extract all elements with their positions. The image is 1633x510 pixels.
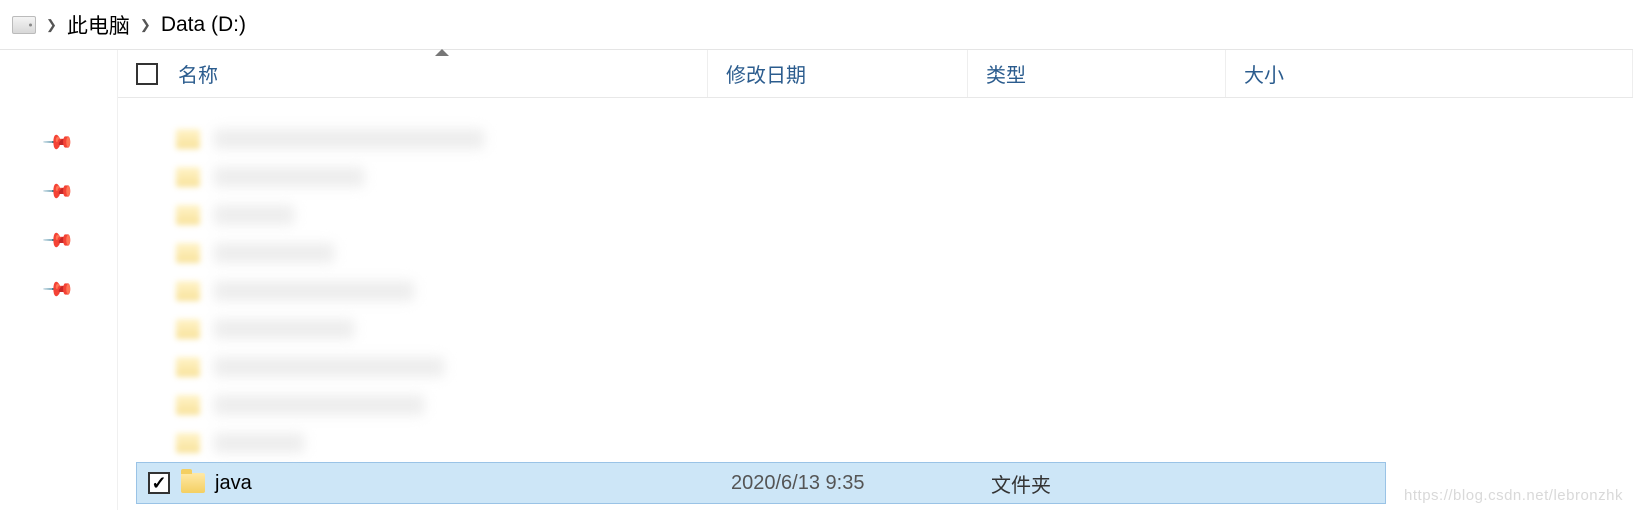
header-name[interactable]: 名称 (176, 50, 708, 97)
folder-icon (176, 243, 200, 263)
folder-icon (181, 473, 205, 493)
header-checkbox[interactable] (118, 63, 176, 85)
folder-icon (176, 205, 200, 225)
chevron-right-icon: ❯ (140, 17, 151, 33)
folder-icon (176, 395, 200, 415)
header-type[interactable]: 类型 (968, 50, 1226, 97)
row-name-cell[interactable]: java (181, 472, 713, 495)
file-row-blurred[interactable] (118, 348, 1633, 386)
folder-icon (176, 129, 200, 149)
file-row-blurred[interactable] (118, 386, 1633, 424)
file-row-blurred[interactable] (118, 272, 1633, 310)
blurred-text (214, 433, 304, 453)
blurred-text (214, 167, 364, 187)
row-checkbox[interactable] (137, 472, 181, 494)
blurred-text (214, 205, 294, 225)
blurred-text (214, 281, 414, 301)
file-row-blurred[interactable] (118, 234, 1633, 272)
drive-icon (12, 16, 36, 34)
folder-icon (176, 281, 200, 301)
file-row-selected[interactable]: java 2020/6/13 9:35 文件夹 (136, 462, 1386, 504)
breadcrumb-item-pc[interactable]: 此电脑 (67, 10, 130, 40)
folder-icon (176, 167, 200, 187)
checkbox-icon[interactable] (136, 63, 158, 85)
sort-ascending-icon (435, 49, 449, 56)
blurred-text (214, 129, 484, 149)
blurred-text (214, 319, 354, 339)
watermark-text: https://blog.csdn.net/lebronzhk (1404, 487, 1623, 504)
file-row-blurred[interactable] (118, 310, 1633, 348)
file-row-blurred[interactable] (118, 424, 1633, 462)
file-row-blurred[interactable] (118, 196, 1633, 234)
header-name-label: 名称 (178, 59, 218, 88)
pin-icon[interactable]: 📌 (41, 272, 76, 307)
pin-icon[interactable]: 📌 (41, 174, 76, 209)
header-date[interactable]: 修改日期 (708, 50, 968, 97)
header-size[interactable]: 大小 (1226, 50, 1633, 97)
folder-icon (176, 357, 200, 377)
breadcrumb-item-drive[interactable]: Data (D:) (161, 13, 246, 37)
breadcrumb: ❯ 此电脑 ❯ Data (D:) (0, 0, 1633, 50)
file-rows: java 2020/6/13 9:35 文件夹 (118, 98, 1633, 504)
checkbox-checked-icon[interactable] (148, 472, 170, 494)
file-row-blurred[interactable] (118, 120, 1633, 158)
blurred-text (214, 357, 444, 377)
pin-icon[interactable]: 📌 (41, 223, 76, 258)
row-date-cell: 2020/6/13 9:35 (713, 472, 973, 495)
row-name-text: java (215, 472, 252, 495)
column-headers: 名称 修改日期 类型 大小 (118, 50, 1633, 98)
file-row-blurred[interactable] (118, 158, 1633, 196)
blurred-text (214, 395, 424, 415)
folder-icon (176, 319, 200, 339)
chevron-right-icon: ❯ (46, 17, 57, 33)
pin-icon[interactable]: 📌 (41, 125, 76, 160)
file-list-pane: 名称 修改日期 类型 大小 java 2020/6/13 9:35 文件夹 (118, 50, 1633, 510)
quick-access-sidebar: 📌 📌 📌 📌 (0, 50, 118, 510)
row-type-cell: 文件夹 (973, 469, 1231, 498)
blurred-text (214, 243, 334, 263)
folder-icon (176, 433, 200, 453)
